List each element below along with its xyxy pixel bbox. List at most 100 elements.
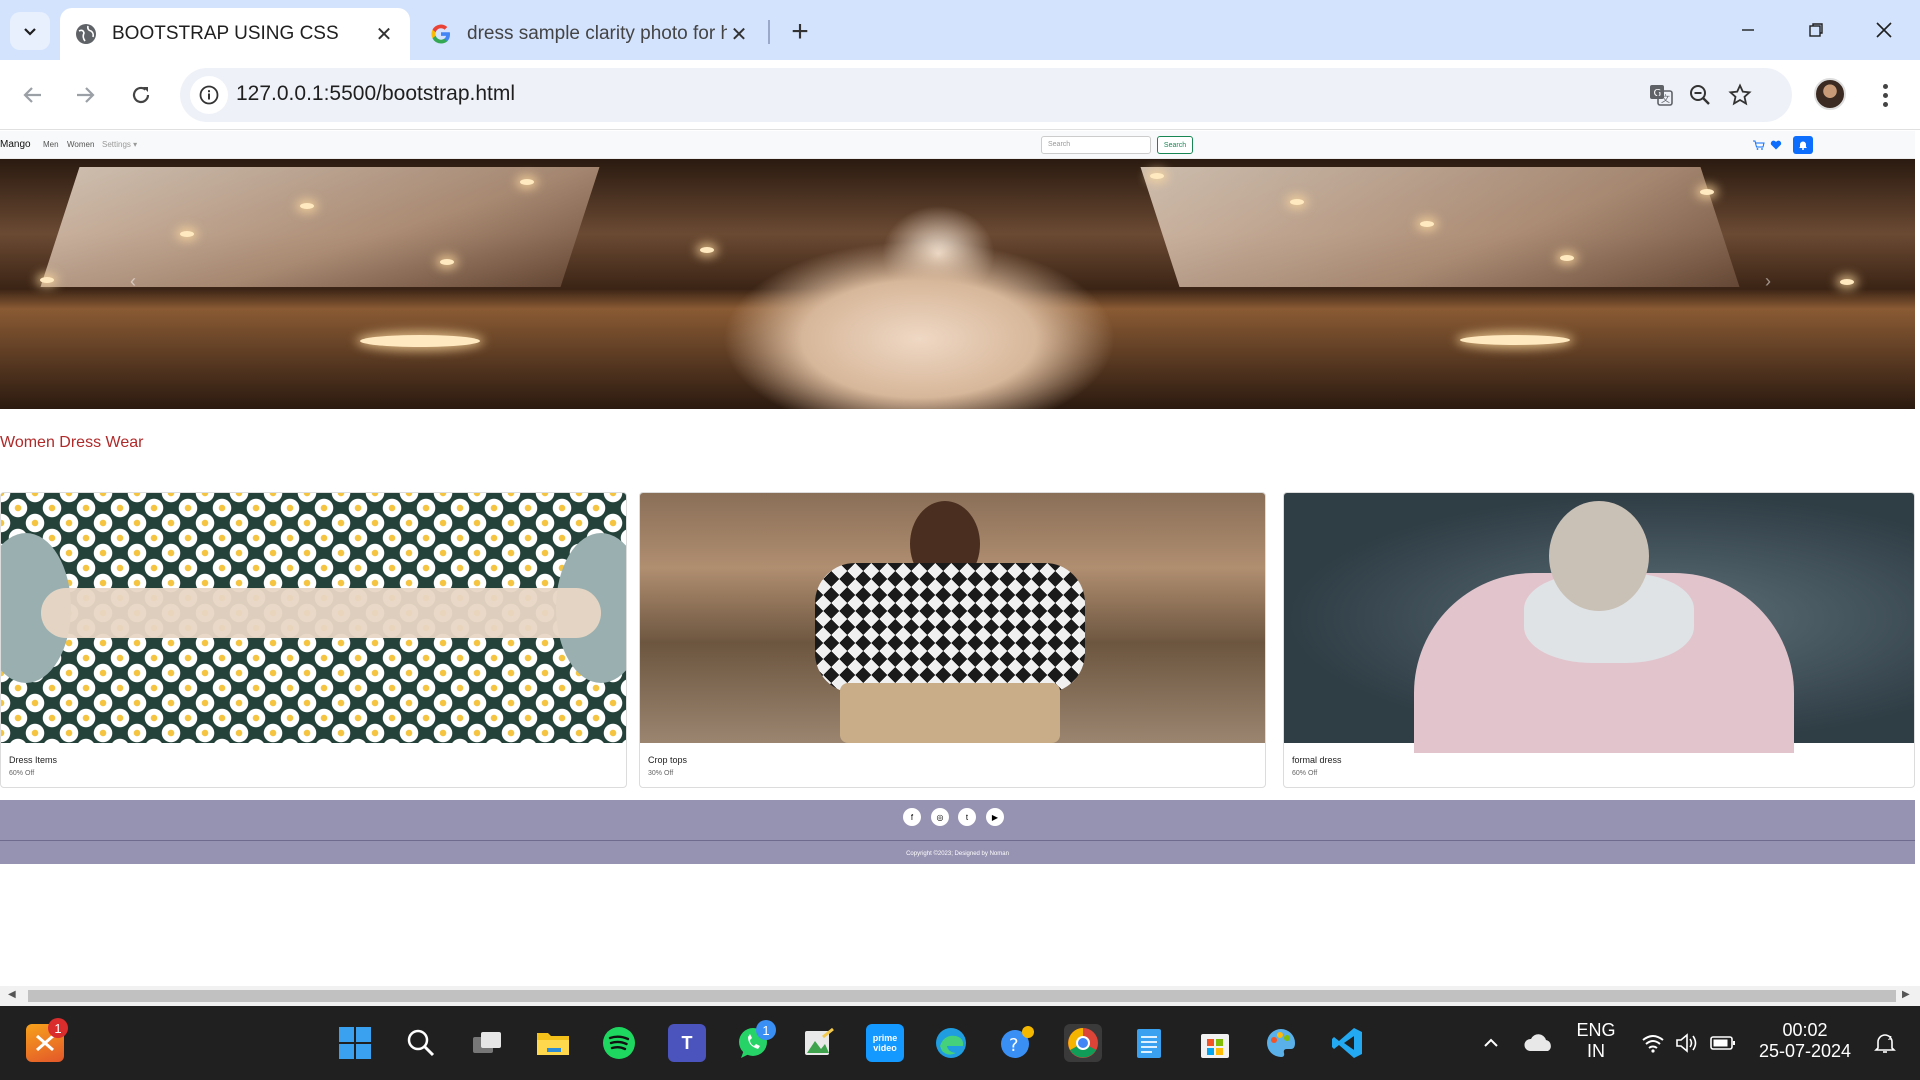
lamp-light — [1560, 255, 1574, 261]
wifi-icon[interactable] — [1634, 1024, 1672, 1062]
close-window-button[interactable] — [1854, 10, 1914, 50]
browser-tabstrip: BOOTSTRAP USING CSS ✕ dress sample clari… — [0, 0, 1920, 60]
browser-menu-button[interactable] — [1870, 76, 1900, 114]
carousel-next-icon[interactable]: › — [1765, 271, 1771, 292]
heart-icon[interactable] — [1770, 140, 1782, 150]
bookmark-button[interactable] — [1725, 80, 1755, 110]
zoom-button[interactable] — [1685, 80, 1715, 110]
file-explorer-icon[interactable] — [534, 1024, 572, 1062]
volume-icon[interactable] — [1668, 1024, 1706, 1062]
chrome-icon[interactable] — [1064, 1024, 1102, 1062]
minimize-button[interactable] — [1718, 10, 1778, 50]
lamp-light — [1150, 173, 1164, 179]
clock[interactable]: 00:02 25-07-2024 — [1752, 1020, 1858, 1062]
site-info-button[interactable] — [190, 76, 228, 114]
onedrive-icon[interactable] — [1520, 1024, 1558, 1062]
restore-icon — [1809, 23, 1823, 37]
edge-logo-icon — [936, 1028, 966, 1058]
restore-button[interactable] — [1786, 10, 1846, 50]
reload-button[interactable] — [120, 74, 162, 116]
prime-video-icon[interactable]: prime video — [866, 1024, 904, 1062]
search-button[interactable] — [402, 1024, 440, 1062]
lamp-light — [1420, 221, 1434, 227]
site-navbar: Mango Men Women Settings ▾ Search Search — [0, 131, 1915, 159]
notepad-icon[interactable] — [1130, 1024, 1168, 1062]
language-indicator[interactable]: ENG IN — [1568, 1020, 1624, 1062]
task-view-icon — [473, 1032, 501, 1053]
url-text[interactable]: 127.0.0.1:5500/bootstrap.html — [236, 82, 515, 106]
product-offer: 60% Off — [9, 770, 35, 777]
windows-icon — [339, 1027, 371, 1059]
teams-logo-icon: T — [681, 1032, 693, 1053]
paint-icon[interactable] — [1262, 1024, 1300, 1062]
tab-title: dress sample clarity photo for h — [467, 23, 727, 44]
facebook-icon[interactable]: f — [903, 808, 921, 826]
task-view-button[interactable] — [468, 1024, 506, 1062]
spotify-icon[interactable] — [600, 1024, 638, 1062]
translate-button[interactable]: G文 — [1646, 80, 1676, 110]
notification-center-button[interactable]: z — [1866, 1024, 1904, 1062]
cart-icon[interactable] — [1753, 140, 1765, 150]
site-search-button[interactable]: Search — [1157, 136, 1193, 154]
notification-badge: 1 — [48, 1018, 68, 1038]
address-bar[interactable]: 127.0.0.1:5500/bootstrap.html G文 — [180, 68, 1792, 122]
horizontal-scrollbar[interactable]: ◀ ▶ — [0, 986, 1920, 1006]
new-tab-button[interactable]: + — [782, 14, 818, 50]
scrollbar-thumb[interactable] — [28, 990, 1896, 1002]
lamp-light — [40, 277, 54, 283]
scroll-left-icon[interactable]: ◀ — [8, 989, 16, 1000]
nav-link-settings[interactable]: Settings ▾ — [102, 140, 137, 149]
lamp-light — [1700, 189, 1714, 195]
arrow-left-icon — [23, 87, 41, 103]
get-help-icon[interactable]: ? — [998, 1024, 1036, 1062]
product-card[interactable]: Dress Items 60% Off — [0, 492, 627, 788]
microsoft-store-icon[interactable] — [1196, 1024, 1234, 1062]
battery-icon[interactable] — [1704, 1024, 1742, 1062]
nav-link-men[interactable]: Men — [43, 140, 59, 149]
carousel-prev-icon[interactable]: ‹ — [130, 271, 136, 292]
teams-icon[interactable]: T — [668, 1024, 706, 1062]
notification-button[interactable] — [1793, 136, 1813, 154]
footer-divider — [0, 840, 1915, 841]
chevron-down-icon — [24, 28, 36, 36]
cloud-icon — [1524, 1034, 1551, 1051]
svg-text:z: z — [1888, 1034, 1892, 1042]
lamp-light — [440, 259, 454, 265]
instagram-icon[interactable]: ◎ — [931, 808, 949, 826]
youtube-icon[interactable]: ▶ — [986, 808, 1004, 826]
search-icon — [407, 1029, 435, 1057]
lamp-light — [520, 179, 534, 185]
vscode-icon[interactable] — [1328, 1024, 1366, 1062]
tab-search-button[interactable] — [10, 12, 50, 50]
product-image — [640, 493, 1265, 743]
photos-app-icon[interactable] — [800, 1024, 838, 1062]
translate-icon: G文 — [1650, 85, 1673, 106]
tab-title: BOOTSTRAP USING CSS — [112, 23, 339, 44]
start-button[interactable] — [336, 1024, 374, 1062]
forward-button[interactable] — [64, 74, 106, 116]
back-button[interactable] — [12, 74, 54, 116]
lamp-light — [1460, 335, 1570, 345]
battery-symbol-icon — [1710, 1036, 1735, 1050]
show-hidden-icons-button[interactable] — [1472, 1024, 1510, 1062]
lamp-light — [360, 335, 480, 347]
scroll-right-icon[interactable]: ▶ — [1902, 989, 1910, 1000]
site-footer: f ◎ t ▶ Copyright ©2023; Designed by Nom… — [0, 800, 1915, 864]
twitter-icon[interactable]: t — [958, 808, 976, 826]
edge-icon[interactable] — [932, 1024, 970, 1062]
close-tab-icon[interactable]: ✕ — [372, 22, 396, 46]
site-search-input[interactable]: Search — [1041, 136, 1151, 154]
close-tab-icon[interactable]: ✕ — [727, 22, 751, 46]
info-icon — [199, 85, 219, 105]
product-card[interactable]: Crop tops 30% Off — [639, 492, 1266, 788]
product-card[interactable]: formal dress 60% Off — [1283, 492, 1915, 788]
nav-link-women[interactable]: Women — [67, 140, 94, 149]
tab-google-search[interactable]: dress sample clarity photo for h ✕ — [415, 8, 765, 60]
bell-icon — [1799, 141, 1807, 150]
tab-bootstrap[interactable]: BOOTSTRAP USING CSS ✕ — [60, 8, 410, 60]
lamp-light — [1290, 199, 1304, 205]
prime-video-logo-icon: prime video — [872, 1033, 898, 1053]
profile-avatar[interactable] — [1814, 78, 1846, 110]
site-brand[interactable]: Mango — [0, 139, 31, 150]
globe-icon — [76, 24, 96, 44]
